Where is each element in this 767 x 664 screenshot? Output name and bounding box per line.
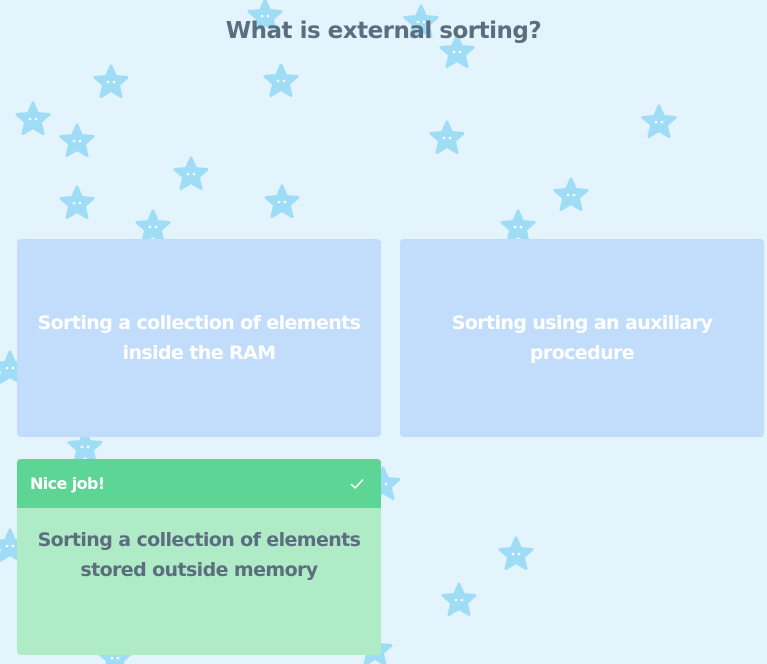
star-icon (263, 63, 299, 97)
correct-feedback-bar: Nice job! (17, 459, 381, 508)
star-icon (59, 123, 95, 157)
question-title: What is external sorting? (225, 18, 542, 44)
answer-option-auxiliary[interactable]: Sorting using an auxiliary procedure (400, 239, 764, 437)
star-icon (264, 184, 300, 218)
star-icon (59, 185, 95, 219)
answer-option-ram[interactable]: Sorting a collection of elements inside … (17, 239, 381, 437)
star-icon (15, 101, 51, 135)
star-icon (553, 177, 589, 211)
answer-label: Sorting a collection of elements stored … (37, 529, 361, 581)
feedback-label: Nice job! (30, 474, 105, 493)
star-icon (93, 64, 129, 98)
check-icon (350, 478, 364, 489)
answer-label: Sorting using an auxiliary procedure (451, 312, 713, 364)
star-icon (641, 104, 677, 138)
star-icon (498, 536, 534, 570)
star-icon (429, 120, 465, 154)
answer-option-outside-memory[interactable]: Nice job! Sorting a collection of elemen… (17, 459, 381, 655)
star-icon (441, 582, 477, 616)
quiz-stage: What is external sorting? Sorting a coll… (0, 0, 767, 664)
answer-label: Sorting a collection of elements inside … (37, 312, 361, 364)
star-icon (173, 156, 209, 190)
